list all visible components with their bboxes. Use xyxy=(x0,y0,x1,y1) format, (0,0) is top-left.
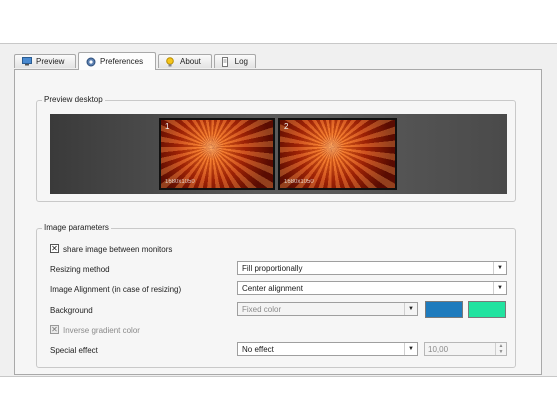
lightbulb-icon xyxy=(166,57,176,67)
tab-label: Log xyxy=(234,57,248,66)
special-effect-select[interactable]: No effect ▼ xyxy=(237,342,418,356)
tab-preferences[interactable]: Preferences xyxy=(78,52,156,70)
monitor-2-preview[interactable]: 2 1680x1050 xyxy=(278,118,397,190)
share-image-checkbox[interactable]: ✕ xyxy=(50,244,59,253)
tab-log[interactable]: Log xyxy=(214,54,256,68)
tab-label: Preview xyxy=(36,57,65,66)
window-left-edge xyxy=(0,44,9,376)
special-effect-value: No effect xyxy=(242,344,274,354)
tab-about[interactable]: About xyxy=(158,54,212,68)
resizing-method-label: Resizing method xyxy=(50,265,110,274)
image-alignment-label: Image Alignment (in case of resizing) xyxy=(50,285,182,294)
special-effect-label: Special effect xyxy=(50,346,98,355)
color-2-button[interactable] xyxy=(468,301,506,318)
tab-label: Preferences xyxy=(100,57,144,66)
monitor-number: 1 xyxy=(165,122,170,131)
monitor-number: 2 xyxy=(284,122,289,131)
group-title: Image parameters xyxy=(42,223,111,232)
background-label: Background xyxy=(50,306,93,315)
chevron-down-icon: ▼ xyxy=(493,262,506,274)
monitor-caption: 1680x1050 xyxy=(284,179,314,185)
chevron-down-icon: ▼ xyxy=(493,282,506,294)
effect-amount-spinbox[interactable]: 10,00 ▲ ▼ xyxy=(424,342,507,356)
monitor-wallpaper xyxy=(280,120,395,188)
image-alignment-value: Center alignment xyxy=(242,283,303,293)
color-1-button[interactable] xyxy=(425,301,463,318)
background-select[interactable]: Fixed color ▼ xyxy=(237,302,418,316)
gear-icon xyxy=(86,57,96,67)
resizing-method-select[interactable]: Fill proportionally ▼ xyxy=(237,261,507,275)
monitor-caption: 1680x1050 xyxy=(165,179,195,185)
resizing-method-value: Fill proportionally xyxy=(242,263,303,273)
chevron-down-icon: ▼ xyxy=(404,303,417,315)
share-image-label: share image between monitors xyxy=(63,245,173,254)
log-icon xyxy=(222,57,231,67)
group-title: Preview desktop xyxy=(42,95,105,104)
effect-amount-value: 10,00 xyxy=(428,344,449,354)
spin-arrows-icon[interactable]: ▲ ▼ xyxy=(495,343,506,355)
inverse-gradient-label: Inverse gradient color xyxy=(63,326,140,335)
chevron-down-icon: ▼ xyxy=(404,343,417,355)
background-value: Fixed color xyxy=(242,304,282,314)
monitor-1-preview[interactable]: 1 1680x1050 xyxy=(159,118,275,190)
inverse-gradient-checkbox[interactable]: ✕ xyxy=(50,325,59,334)
monitor-icon xyxy=(22,57,32,66)
monitor-wallpaper xyxy=(161,120,273,188)
desktop-preview: 1 1680x1050 2 1680x1050 xyxy=(50,114,507,194)
tab-label: About xyxy=(180,57,201,66)
tab-preview[interactable]: Preview xyxy=(14,54,76,68)
image-alignment-select[interactable]: Center alignment ▼ xyxy=(237,281,507,295)
